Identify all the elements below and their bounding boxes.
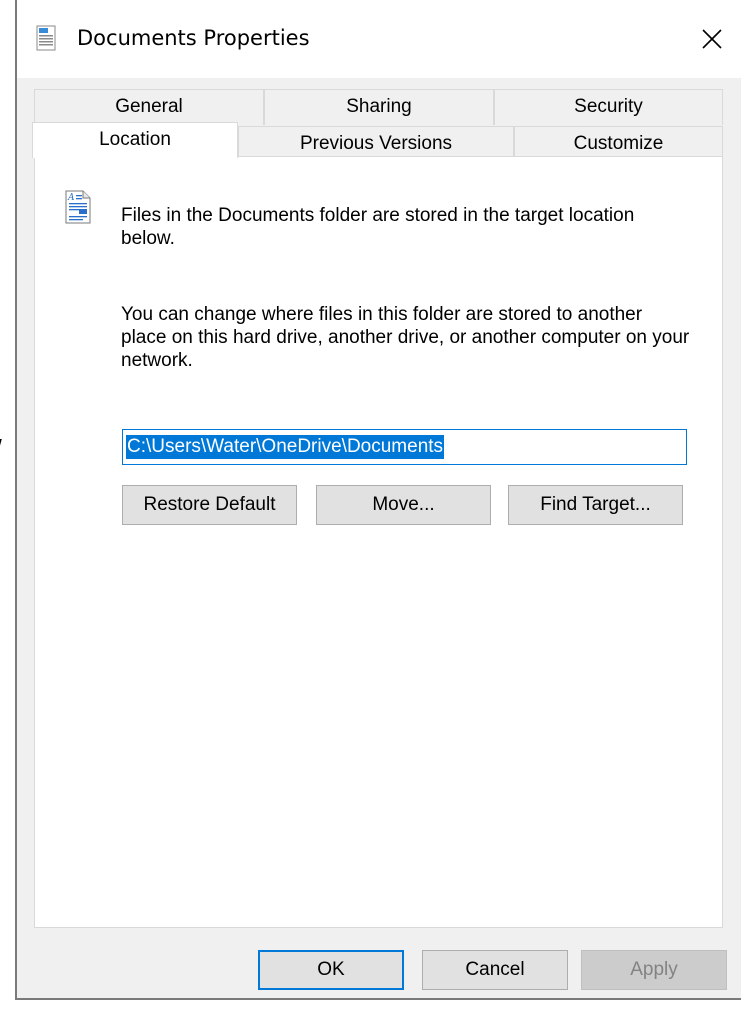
- tab-general[interactable]: General: [34, 89, 264, 125]
- restore-default-button[interactable]: Restore Default: [122, 485, 297, 525]
- edge-glyph: /: [0, 436, 2, 464]
- target-path-value: C:\Users\Water\OneDrive\Documents: [126, 435, 445, 459]
- tab-customize[interactable]: Customize: [514, 126, 723, 158]
- cancel-label: Cancel: [465, 959, 525, 980]
- tab-general-label: General: [115, 96, 183, 117]
- tab-sharing[interactable]: Sharing: [264, 89, 494, 125]
- tab-security[interactable]: Security: [494, 89, 723, 125]
- tab-previous-versions[interactable]: Previous Versions: [238, 126, 514, 158]
- window-title: Documents Properties: [77, 26, 310, 50]
- tab-location[interactable]: Location: [32, 122, 238, 158]
- target-path-field[interactable]: C:\Users\Water\OneDrive\Documents: [122, 429, 687, 465]
- move-label: Move...: [372, 494, 435, 515]
- tab-customize-label: Customize: [573, 133, 664, 154]
- location-description-text: You can change where files in this folde…: [121, 304, 690, 371]
- tab-previous-versions-label: Previous Versions: [299, 133, 453, 154]
- svg-text:A: A: [67, 193, 75, 203]
- ok-label: OK: [317, 959, 345, 980]
- find-target-label: Find Target...: [540, 494, 651, 515]
- find-target-button[interactable]: Find Target...: [508, 485, 683, 525]
- close-icon: [702, 29, 722, 49]
- title-bar[interactable]: Documents Properties: [17, 0, 741, 78]
- cancel-button[interactable]: Cancel: [422, 950, 568, 990]
- location-intro-text: Files in the Documents folder are stored…: [121, 205, 635, 249]
- close-button[interactable]: [687, 16, 737, 62]
- location-tab-panel: A Files in the Documents folder are stor…: [34, 156, 723, 928]
- tab-location-label: Location: [99, 129, 171, 150]
- document-icon: A: [65, 190, 91, 224]
- ok-button[interactable]: OK: [258, 950, 404, 990]
- properties-dialog: Documents Properties General Sharing Sec…: [15, 0, 741, 1000]
- restore-default-label: Restore Default: [143, 494, 276, 515]
- apply-button[interactable]: Apply: [581, 950, 727, 990]
- tab-security-label: Security: [574, 96, 643, 117]
- apply-label: Apply: [630, 959, 678, 980]
- move-button[interactable]: Move...: [316, 485, 491, 525]
- documents-folder-icon: [36, 25, 56, 51]
- tab-sharing-label: Sharing: [346, 96, 412, 117]
